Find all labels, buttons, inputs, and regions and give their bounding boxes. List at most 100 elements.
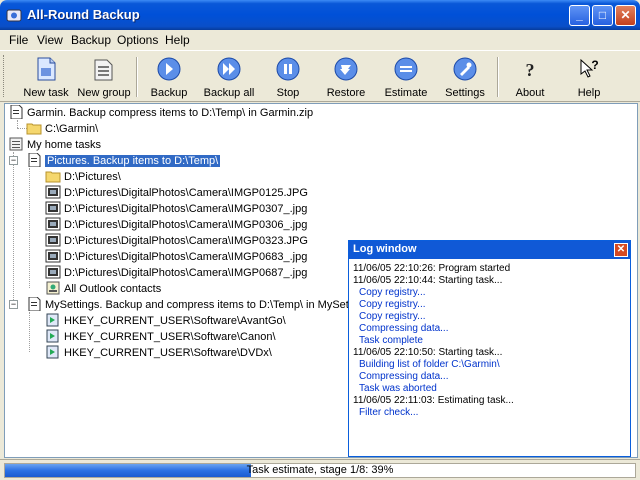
tree-task-label: Pictures. Backup items to D:\Temp\ — [45, 155, 221, 167]
toolbar-separator — [136, 57, 138, 97]
log-window-title: Log window — [353, 243, 417, 255]
log-window: Log window ✕ 11/06/05 22:10:26: Program … — [348, 240, 631, 457]
tree-task-label: Garmin. Backup compress items to D:\Temp… — [27, 107, 314, 119]
backup-icon — [157, 57, 181, 81]
folder-icon — [45, 171, 61, 183]
about-button[interactable]: ? About — [509, 53, 551, 99]
tree-item-label: HKEY_CURRENT_USER\Software\Canon\ — [64, 331, 276, 343]
registry-key-icon — [46, 313, 59, 327]
tree-item[interactable]: All Outlook contacts — [45, 281, 161, 297]
svg-text:?: ? — [591, 58, 598, 72]
settings-icon — [453, 57, 477, 81]
close-button[interactable]: ✕ — [615, 5, 636, 26]
registry-key-icon — [46, 345, 59, 359]
restore-button[interactable]: Restore — [322, 53, 370, 99]
tree-item-label: D:\Pictures\ — [64, 171, 121, 183]
about-icon: ? — [526, 60, 535, 80]
task-document-icon — [10, 105, 23, 119]
tree-task-mysettings[interactable]: MySettings. Backup and compress items to… — [26, 297, 372, 313]
log-line: Copy registry... — [359, 287, 426, 298]
log-line: Copy registry... — [359, 311, 426, 322]
tree-item-label: D:\Pictures\DigitalPhotos\Camera\IMGP032… — [64, 235, 308, 247]
menu-backup[interactable]: Backup — [71, 33, 111, 47]
tree-item-label: HKEY_CURRENT_USER\Software\DVDx\ — [64, 347, 272, 359]
tree-item-label: D:\Pictures\DigitalPhotos\Camera\IMGP030… — [64, 203, 308, 215]
toolbar-separator — [497, 57, 499, 97]
tree-item[interactable]: D:\Pictures\DigitalPhotos\Camera\IMGP068… — [45, 265, 307, 281]
tree-item-label: D:\Pictures\DigitalPhotos\Camera\IMGP012… — [64, 187, 308, 199]
estimate-progress-bar: Task estimate, stage 1/8: 39% — [4, 463, 636, 478]
restore-label: Restore — [326, 87, 366, 99]
tree-item[interactable]: HKEY_CURRENT_USER\Software\AvantGo\ — [45, 313, 286, 329]
menu-view[interactable]: View — [37, 33, 63, 47]
log-line: 11/06/05 22:11:03: Estimating task... — [353, 395, 514, 406]
image-file-icon — [45, 265, 61, 279]
log-line: Copy registry... — [359, 299, 426, 310]
tree-item[interactable]: D:\Pictures\DigitalPhotos\Camera\IMGP030… — [45, 201, 307, 217]
toolbar-grip[interactable] — [3, 55, 6, 97]
task-document-icon — [28, 153, 41, 167]
tree-group-home[interactable]: My home tasks — [8, 137, 101, 153]
collapse-toggle[interactable]: − — [9, 156, 18, 165]
new-group-icon — [94, 59, 113, 81]
log-line: Building list of folder C:\Garmin\ — [359, 359, 500, 370]
estimate-button[interactable]: Estimate — [381, 53, 431, 99]
tree-item-label: C:\Garmin\ — [45, 123, 99, 135]
new-task-button[interactable]: New task — [20, 53, 72, 99]
new-task-icon — [37, 57, 56, 81]
tree-group-label: My home tasks — [27, 139, 101, 151]
log-line: Task was aborted — [359, 383, 437, 394]
tree-item[interactable]: D:\Pictures\DigitalPhotos\Camera\IMGP068… — [45, 249, 307, 265]
image-file-icon — [45, 185, 61, 199]
menu-help[interactable]: Help — [165, 33, 190, 47]
log-line: Compressing data... — [359, 323, 449, 334]
tree-item[interactable]: D:\Pictures\DigitalPhotos\Camera\IMGP012… — [45, 185, 308, 201]
estimate-label: Estimate — [384, 87, 428, 99]
app-icon — [6, 9, 22, 22]
tree-task-label: MySettings. Backup and compress items to… — [45, 299, 373, 311]
backup-all-button[interactable]: Backup all — [201, 53, 257, 99]
image-file-icon — [45, 201, 61, 215]
tree-item[interactable]: D:\Pictures\DigitalPhotos\Camera\IMGP032… — [45, 233, 308, 249]
help-label: Help — [577, 87, 601, 99]
log-line: Compressing data... — [359, 371, 449, 382]
help-button[interactable]: ? Help — [569, 53, 609, 99]
tree-line — [17, 120, 18, 128]
tree-line — [29, 168, 30, 288]
tree-task-pictures[interactable]: Pictures. Backup items to D:\Temp\ — [26, 153, 221, 169]
tree-item-label: D:\Pictures\DigitalPhotos\Camera\IMGP068… — [64, 251, 308, 263]
stop-button[interactable]: Stop — [268, 53, 308, 99]
tree-item[interactable]: D:\Pictures\ — [45, 169, 121, 185]
status-bar: Task estimate, stage 1/8: 39% — [0, 459, 640, 480]
log-window-titlebar[interactable]: Log window ✕ — [349, 241, 630, 259]
tree-task-garmin[interactable]: Garmin. Backup compress items to D:\Temp… — [8, 105, 313, 121]
collapse-toggle[interactable]: − — [9, 300, 18, 309]
group-icon — [9, 137, 23, 151]
log-line: Filter check... — [359, 407, 419, 418]
tree-item-garmin-folder[interactable]: C:\Garmin\ — [26, 121, 98, 137]
tree-item[interactable]: HKEY_CURRENT_USER\Software\DVDx\ — [45, 345, 272, 361]
menu-options[interactable]: Options — [117, 33, 158, 47]
maximize-button[interactable]: □ — [592, 5, 613, 26]
new-group-label: New group — [77, 87, 131, 99]
window-title: All-Round Backup — [27, 7, 140, 22]
about-label: About — [515, 87, 545, 99]
stop-icon — [276, 57, 300, 81]
tree-item-label: HKEY_CURRENT_USER\Software\AvantGo\ — [64, 315, 286, 327]
tree-item-label: D:\Pictures\DigitalPhotos\Camera\IMGP030… — [64, 219, 308, 231]
log-line: 11/06/05 22:10:26: Program started — [353, 263, 511, 274]
menu-file[interactable]: File — [9, 33, 28, 47]
backup-button[interactable]: Backup — [148, 53, 190, 99]
new-group-button[interactable]: New group — [76, 53, 132, 99]
image-file-icon — [45, 233, 61, 247]
log-body[interactable]: 11/06/05 22:10:26: Program started 11/06… — [349, 259, 630, 456]
minimize-button[interactable]: _ — [569, 5, 590, 26]
log-close-button[interactable]: ✕ — [614, 243, 628, 257]
task-document-icon — [28, 297, 41, 311]
tree-item-label: All Outlook contacts — [64, 283, 162, 295]
tree-item[interactable]: D:\Pictures\DigitalPhotos\Camera\IMGP030… — [45, 217, 307, 233]
settings-button[interactable]: Settings — [441, 53, 489, 99]
backup-all-icon — [217, 57, 241, 81]
tree-item[interactable]: HKEY_CURRENT_USER\Software\Canon\ — [45, 329, 276, 345]
stop-label: Stop — [276, 87, 300, 99]
